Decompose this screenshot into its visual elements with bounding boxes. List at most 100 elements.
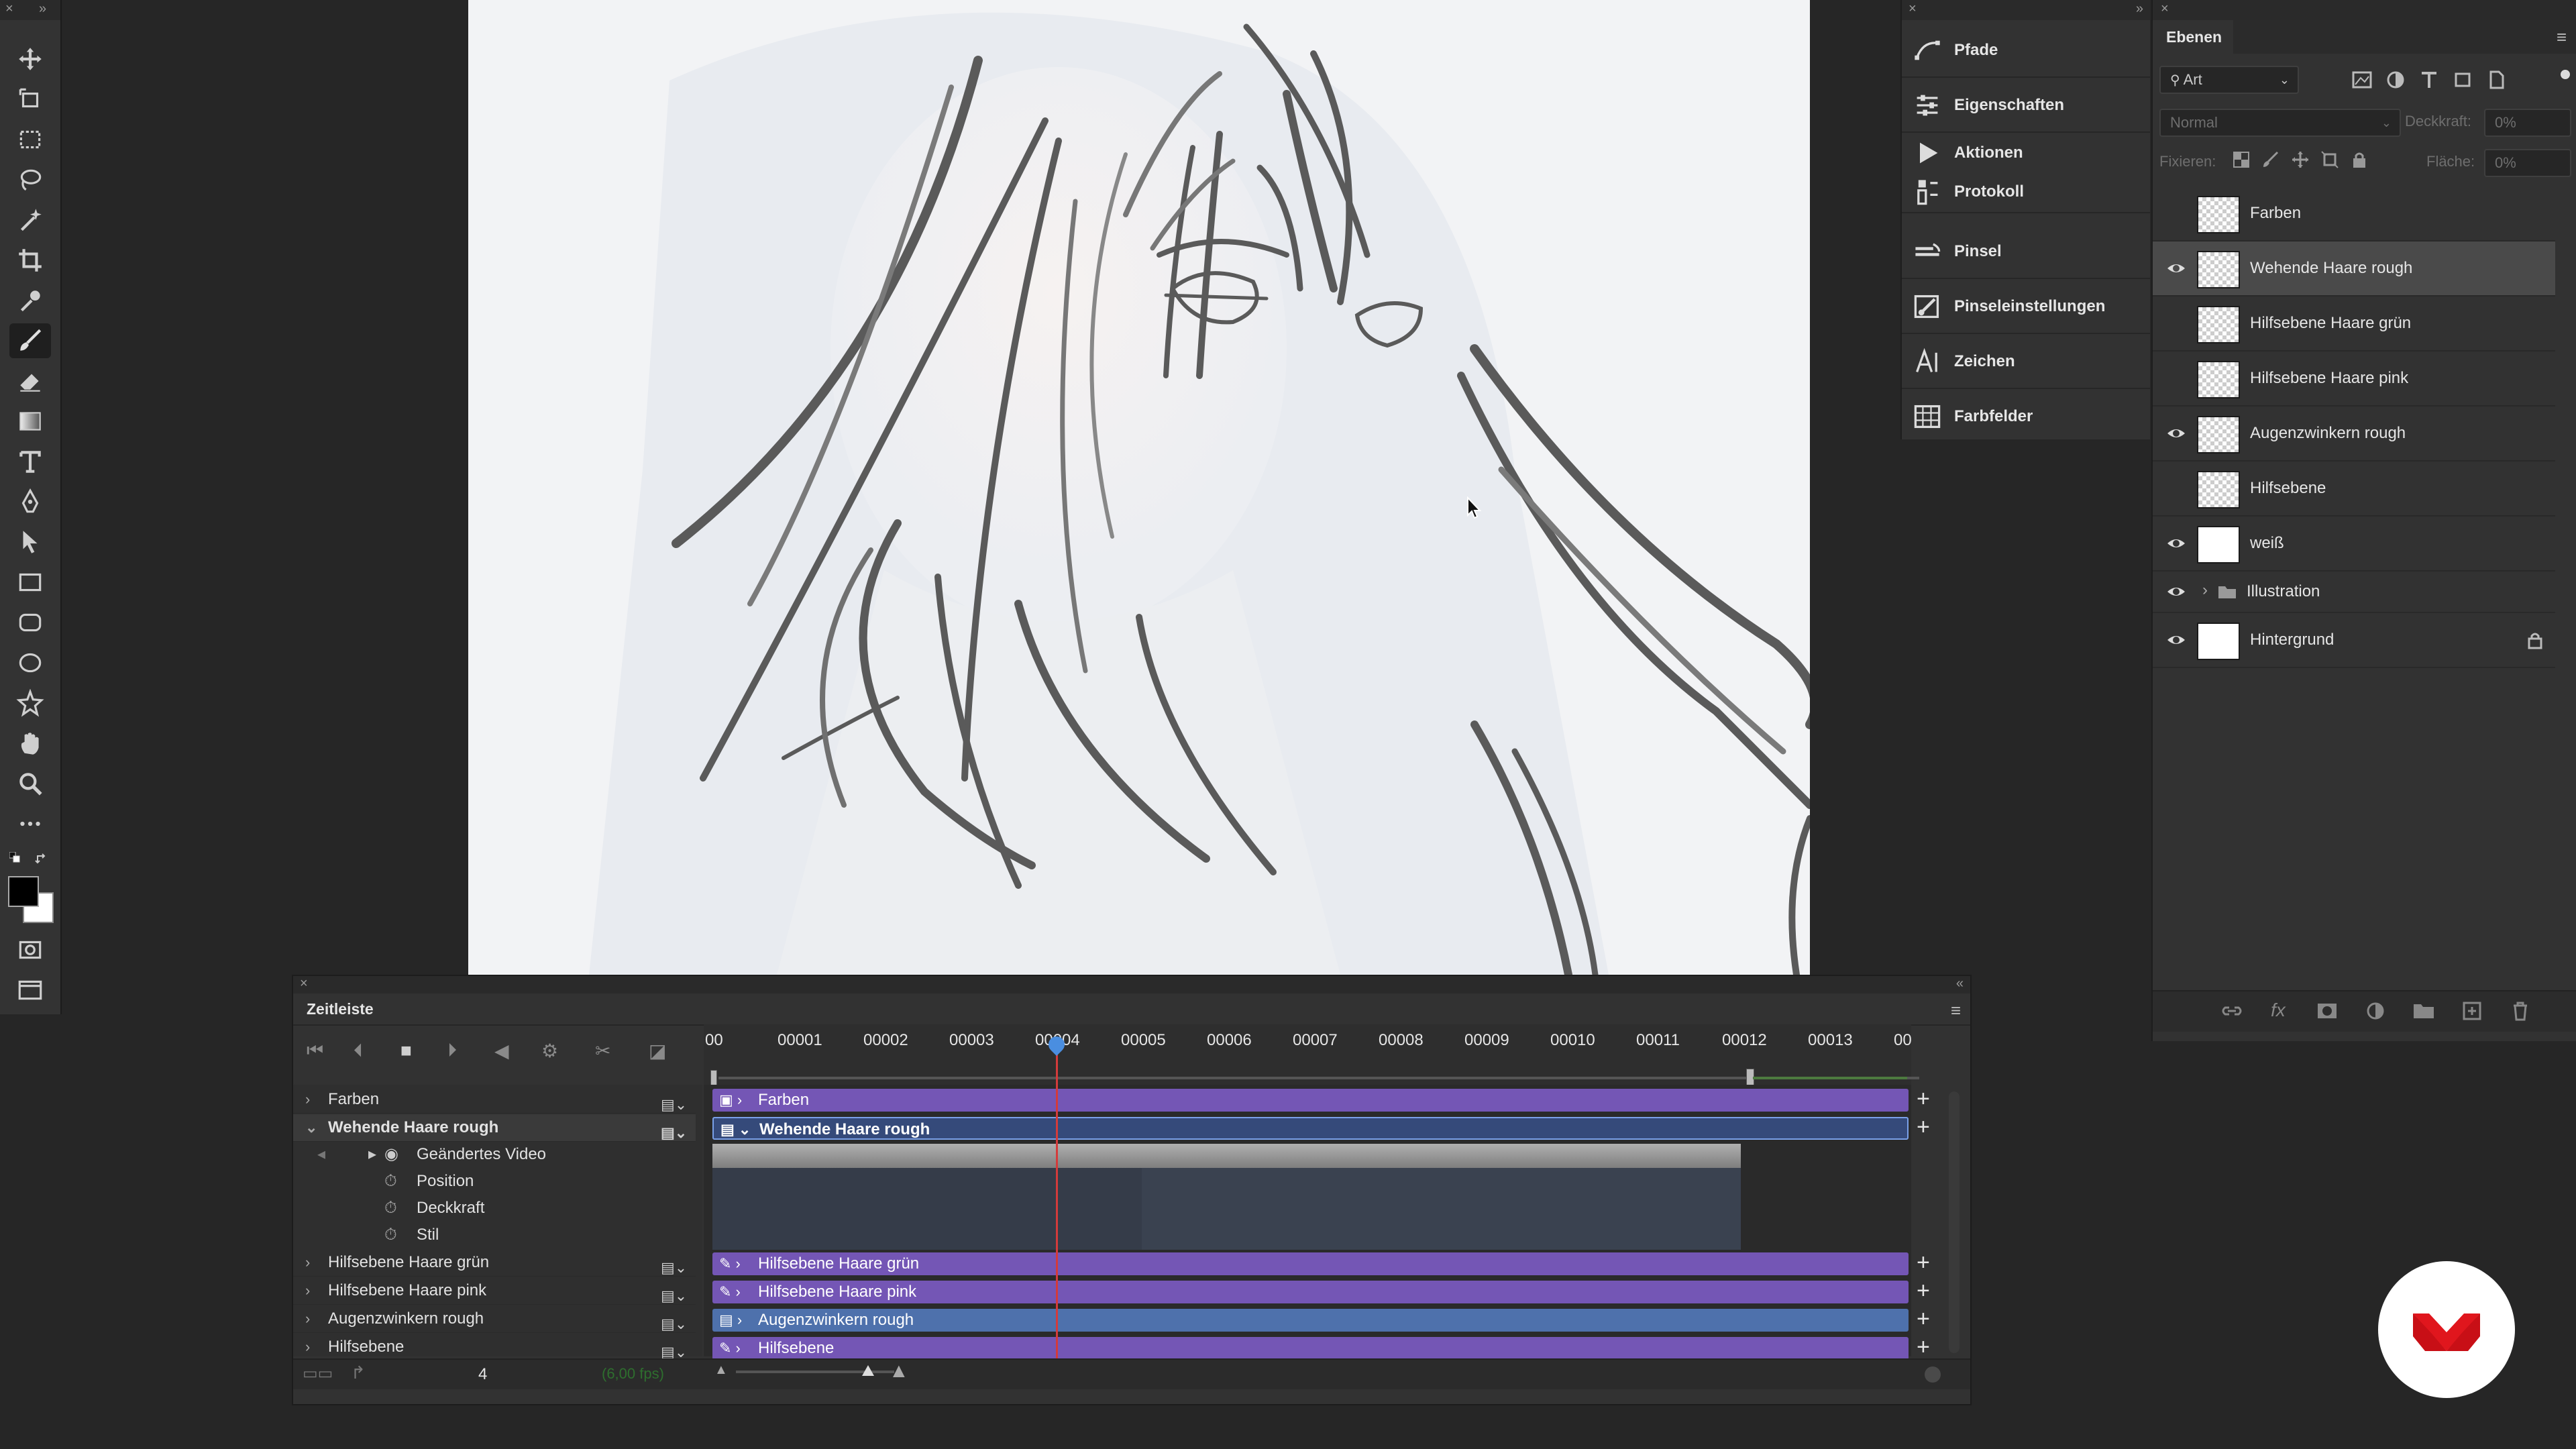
lock-position-icon[interactable] xyxy=(2291,150,2310,169)
visibility-off-box[interactable] xyxy=(2166,369,2186,388)
lock-pixels-icon[interactable] xyxy=(2261,150,2280,169)
stopwatch-icon[interactable]: ⏱ xyxy=(384,1222,397,1248)
keyframe-nav-icon[interactable]: ◂ xyxy=(317,1141,325,1168)
adjustment-layer-icon[interactable] xyxy=(2363,1001,2387,1021)
track-label[interactable]: ⌄ Wehende Haare rough ▤⌄ xyxy=(293,1114,696,1142)
collapse-icon[interactable]: « xyxy=(1956,976,1964,991)
ellipse-icon[interactable] xyxy=(9,645,51,680)
crop-icon[interactable] xyxy=(9,243,51,278)
magic-wand-icon[interactable] xyxy=(9,203,51,237)
track-property[interactable]: ◂ ▸ ◉ Geändertes Video xyxy=(293,1141,696,1168)
track-label[interactable]: › Farben ▤⌄ xyxy=(293,1086,696,1114)
stopwatch-icon[interactable]: ⏱ xyxy=(384,1195,397,1222)
add-mask-icon[interactable] xyxy=(2315,1001,2339,1021)
custom-shape-icon[interactable] xyxy=(9,686,51,720)
clip[interactable]: ✎ › Hilfsebene Haare pink xyxy=(712,1281,1909,1303)
close-icon[interactable]: × xyxy=(1909,1,1917,17)
add-media-button[interactable]: + xyxy=(1917,1307,1930,1330)
layer-group-row[interactable]: › Illustration xyxy=(2153,572,2555,613)
fx-icon[interactable]: fx xyxy=(2271,1000,2286,1021)
eraser-icon[interactable] xyxy=(9,364,51,398)
layer-row[interactable]: Farben xyxy=(2153,186,2555,241)
zoom-icon[interactable] xyxy=(9,766,51,801)
timeline-scrollbar[interactable] xyxy=(1949,1091,1960,1353)
layer-row[interactable]: Hilfsebene xyxy=(2153,462,2555,517)
dock-item-actions[interactable]: Aktionen xyxy=(1902,134,2150,172)
render-video-icon[interactable]: ↱ xyxy=(351,1362,366,1383)
track-label[interactable]: › Hilfsebene Haare grün ▤⌄ xyxy=(293,1249,696,1277)
eyedropper-icon[interactable] xyxy=(9,283,51,318)
dock-item-paths[interactable]: Pfade xyxy=(1902,24,2150,78)
lock-transparent-icon[interactable] xyxy=(2232,150,2251,169)
track-label[interactable]: › Augenzwinkern rough ▤⌄ xyxy=(293,1305,696,1333)
lock-artboard-icon[interactable] xyxy=(2320,150,2339,169)
dock-item-character[interactable]: Zeichen xyxy=(1902,335,2150,389)
settings-icon[interactable]: ⚙ xyxy=(541,1040,558,1062)
chevron-right-icon[interactable]: › xyxy=(305,1086,310,1113)
marquee-icon[interactable] xyxy=(9,122,51,157)
chevron-right-icon[interactable]: › xyxy=(2202,581,2208,600)
audio-icon[interactable]: ◀ xyxy=(494,1040,509,1062)
filter-toggle-icon[interactable] xyxy=(2561,70,2570,79)
adjustment-filter-icon[interactable] xyxy=(2385,70,2406,90)
clip[interactable]: ✎ › Hilfsebene xyxy=(712,1337,1909,1360)
eye-icon[interactable] xyxy=(2166,424,2186,443)
chevron-right-icon[interactable]: › xyxy=(305,1305,310,1332)
pixel-filter-icon[interactable] xyxy=(2351,70,2373,90)
eye-icon[interactable] xyxy=(2166,259,2186,278)
path-select-icon[interactable] xyxy=(9,525,51,559)
layer-filter-select[interactable]: ⚲ Art ⌄ xyxy=(2159,66,2299,94)
more-icon[interactable] xyxy=(9,806,51,841)
rounded-rect-icon[interactable] xyxy=(9,605,51,640)
next-frame-icon[interactable]: ⏵ xyxy=(447,1040,457,1062)
track-property[interactable]: ⏱ Deckkraft xyxy=(293,1195,696,1222)
opacity-field[interactable]: 0% xyxy=(2484,109,2571,137)
visibility-off-box[interactable] xyxy=(2166,479,2186,498)
dock-item-swatches[interactable]: Farbfelder xyxy=(1902,390,2150,443)
trash-icon[interactable] xyxy=(2508,1001,2532,1021)
layer-row[interactable]: weiß xyxy=(2153,517,2555,572)
convert-frame-animation-icon[interactable]: ▭▭ xyxy=(303,1364,333,1383)
document-canvas[interactable] xyxy=(468,0,1810,975)
clip[interactable]: ▤ › Augenzwinkern rough xyxy=(712,1309,1909,1332)
shape-filter-icon[interactable] xyxy=(2452,70,2473,90)
dock-item-history[interactable]: Protokoll xyxy=(1902,172,2150,213)
previous-frame-icon[interactable]: ⏴ xyxy=(354,1040,363,1062)
track-property[interactable]: ⏱ Position xyxy=(293,1168,696,1195)
track-label[interactable]: › Hilfsebene ▤⌄ xyxy=(293,1334,696,1361)
clip[interactable]: ▣ › Farben xyxy=(712,1089,1909,1112)
new-layer-icon[interactable] xyxy=(2460,1001,2484,1021)
layer-row[interactable]: Hilfsebene Haare grün xyxy=(2153,297,2555,352)
pen-icon[interactable] xyxy=(9,484,51,519)
expand-icon[interactable]: » xyxy=(2136,1,2143,17)
add-media-button[interactable]: + xyxy=(1917,1279,1930,1302)
clip[interactable]: ✎ › Hilfsebene Haare grün xyxy=(712,1252,1909,1275)
blend-mode-select[interactable]: Normal ⌄ xyxy=(2159,109,2401,137)
lock-icon[interactable] xyxy=(2527,631,2543,649)
altered-video-bar[interactable] xyxy=(712,1144,1741,1168)
transition-icon[interactable]: ◪ xyxy=(649,1040,666,1062)
first-frame-icon[interactable]: ⏮ xyxy=(307,1040,323,1062)
move-icon[interactable] xyxy=(9,42,51,76)
type-filter-icon[interactable] xyxy=(2418,70,2440,90)
clip-selected[interactable]: ▤ ⌄ Wehende Haare rough xyxy=(712,1117,1909,1140)
add-media-button[interactable]: + xyxy=(1917,1116,1930,1138)
panel-menu-icon[interactable]: ≡ xyxy=(1951,1000,1961,1021)
close-icon[interactable]: × xyxy=(5,1,13,17)
dock-item-brush[interactable]: Pinsel xyxy=(1902,225,2150,279)
track-property[interactable]: ⏱ Stil xyxy=(293,1222,696,1248)
visibility-off-box[interactable] xyxy=(2166,314,2186,333)
dock-item-brush-settings[interactable]: Pinseleinstellungen xyxy=(1902,280,2150,334)
dock-item-properties[interactable]: Eigenschaften xyxy=(1902,79,2150,133)
close-icon[interactable]: × xyxy=(300,976,308,991)
tab-layers[interactable]: Ebenen xyxy=(2153,20,2233,54)
zoom-in-icon[interactable]: ▲ xyxy=(889,1360,909,1383)
gradient-icon[interactable] xyxy=(9,404,51,439)
swap-colors-icon[interactable] xyxy=(35,852,48,865)
quick-mask-icon[interactable] xyxy=(9,932,51,967)
layer-row[interactable]: Wehende Haare rough xyxy=(2153,241,2555,297)
smart-object-filter-icon[interactable] xyxy=(2485,70,2507,90)
type-icon[interactable] xyxy=(9,444,51,479)
layer-row[interactable]: Hintergrund xyxy=(2153,613,2555,668)
eye-icon[interactable] xyxy=(2166,582,2186,601)
